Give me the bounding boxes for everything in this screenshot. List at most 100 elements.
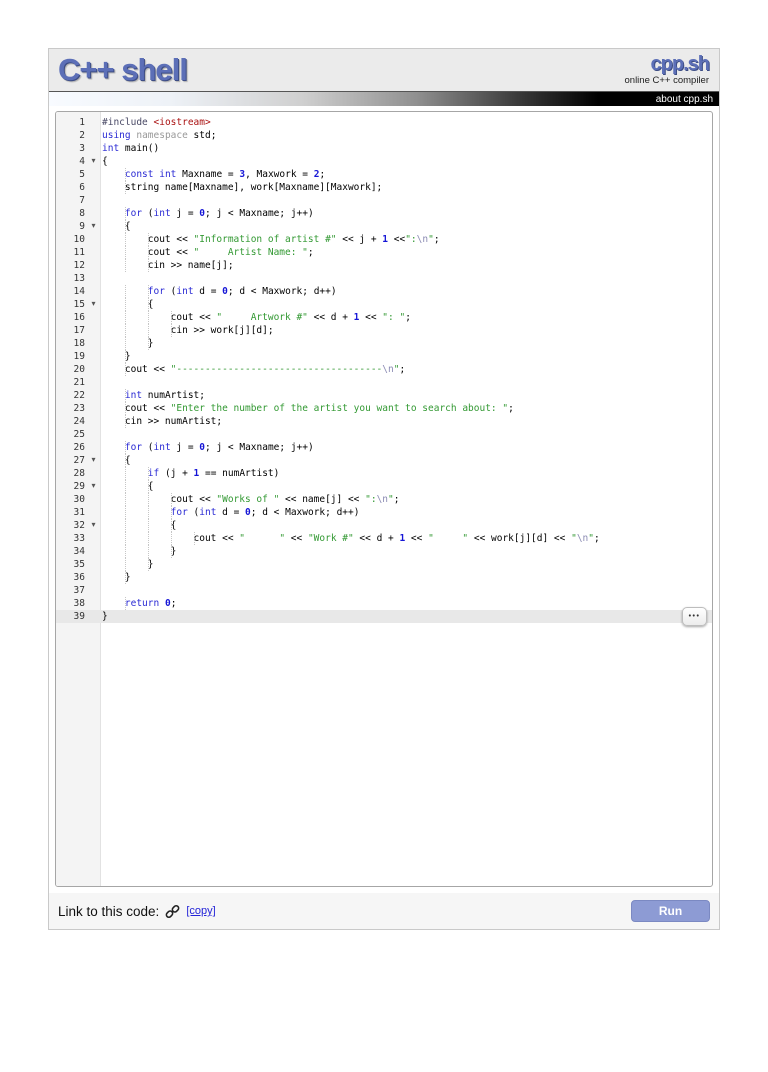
fold-gutter — [87, 441, 100, 454]
code-row[interactable]: 27 ▾ { — [56, 454, 712, 467]
code-row[interactable]: 15 ▾ { — [56, 298, 712, 311]
code-row[interactable]: 3 int main() — [56, 142, 712, 155]
fold-arrow-icon[interactable]: ▾ — [87, 298, 100, 311]
indent-guide — [124, 519, 126, 532]
indent-guide — [147, 480, 149, 493]
fold-arrow-icon[interactable]: ▾ — [87, 519, 100, 532]
code-row[interactable]: 25 — [56, 428, 712, 441]
code-row[interactable]: 12 cin >> name[j]; — [56, 259, 712, 272]
code-row[interactable]: 17 cin >> work[j][d]; — [56, 324, 712, 337]
indent-guide — [124, 480, 126, 493]
code-row[interactable]: 31 for (int d = 0; d < Maxwork; d++) — [56, 506, 712, 519]
code-row[interactable]: 9 ▾ { — [56, 220, 712, 233]
code-text: for (int j = 0; j < Maxname; j++) — [124, 441, 314, 454]
code-row[interactable]: 37 — [56, 584, 712, 597]
indent-guide — [124, 324, 126, 337]
code-row[interactable]: 32 ▾ { — [56, 519, 712, 532]
chain-link-icon[interactable] — [165, 904, 180, 919]
line-number: 19 — [73, 351, 85, 362]
indent-guide — [147, 259, 149, 272]
fold-gutter — [87, 597, 100, 610]
code-row[interactable]: 2 using namespace std; — [56, 129, 712, 142]
code-row[interactable]: 38 return 0; — [56, 597, 712, 610]
line-number: 34 — [73, 546, 85, 557]
indent-guide — [147, 246, 149, 259]
fold-arrow-icon[interactable]: ▾ — [87, 480, 100, 493]
indent-guide — [124, 506, 126, 519]
code-text: } — [102, 545, 177, 558]
line-number: 24 — [73, 416, 85, 427]
line-number: 39 — [73, 611, 85, 622]
fold-gutter — [87, 558, 100, 571]
code-text: cout << "Enter the number of the artist … — [102, 402, 514, 415]
code-row[interactable]: 36 } — [56, 571, 712, 584]
code-row[interactable]: 35 } — [56, 558, 712, 571]
code-row[interactable]: 23 cout << "Enter the number of the arti… — [56, 402, 712, 415]
code-row[interactable]: 13 — [56, 272, 712, 285]
code-row[interactable]: 18 } — [56, 337, 712, 350]
run-button[interactable]: Run — [631, 900, 710, 922]
fold-arrow-icon[interactable]: ▾ — [87, 454, 100, 467]
code-row[interactable]: 21 — [56, 376, 712, 389]
about-link[interactable]: about cpp.sh — [656, 94, 713, 105]
code-row[interactable]: 20 cout << "----------------------------… — [56, 363, 712, 376]
indent-guide — [124, 545, 126, 558]
code-text: { — [102, 156, 108, 167]
code-row[interactable]: 10 cout << "Information of artist #" << … — [56, 233, 712, 246]
indent-guide — [124, 558, 126, 571]
code-editor[interactable]: 1 #include <iostream> 2 using namespace std… — [55, 111, 713, 887]
fold-arrow-icon[interactable]: ▾ — [87, 220, 100, 233]
code-row[interactable]: 34 } — [56, 545, 712, 558]
code-row[interactable]: 29 ▾ { — [56, 480, 712, 493]
indent-guide — [147, 298, 149, 311]
code-row[interactable]: 5 const int Maxname = 3, Maxwork = 2; — [56, 168, 712, 181]
line-number: 12 — [73, 260, 85, 271]
fold-gutter — [87, 376, 100, 389]
line-number: 21 — [73, 377, 85, 388]
indent-guide — [170, 493, 172, 506]
code-row[interactable]: 11 cout << " Artist Name: "; — [56, 246, 712, 259]
indent-guide — [170, 545, 172, 558]
indent-guide — [147, 545, 149, 558]
code-row[interactable]: 1 #include <iostream> — [56, 116, 712, 129]
code-row[interactable]: 33 cout << " " << "Work #" << d + 1 << "… — [56, 532, 712, 545]
code-text: using namespace std; — [102, 130, 217, 141]
code-row[interactable]: 16 cout << " Artwork #" << d + 1 << ": "… — [56, 311, 712, 324]
indent-guide — [124, 415, 126, 428]
code-row[interactable]: 8 for (int j = 0; j < Maxname; j++) — [56, 207, 712, 220]
code-row[interactable]: 24 cin >> numArtist; — [56, 415, 712, 428]
fold-gutter — [87, 116, 100, 129]
code-row[interactable]: 7 — [56, 194, 712, 207]
copy-link[interactable]: [copy] — [186, 905, 215, 917]
fold-gutter — [87, 506, 100, 519]
line-number: 27 — [73, 455, 85, 466]
code-row[interactable]: 30 cout << "Works of " << name[j] << ":\… — [56, 493, 712, 506]
code-row[interactable]: 28 if (j + 1 == numArtist) — [56, 467, 712, 480]
indent-guide — [124, 233, 126, 246]
line-number: 32 — [73, 520, 85, 531]
line-number: 7 — [79, 195, 85, 206]
code-text: return 0; — [124, 597, 177, 610]
line-number: 5 — [79, 169, 85, 180]
link-to-code-label: Link to this code: — [58, 903, 160, 919]
code-row[interactable]: 39 •••} — [56, 607, 712, 626]
code-text: cin >> name[j]; — [102, 259, 234, 272]
code-row[interactable]: 14 for (int d = 0; d < Maxwork; d++) — [56, 285, 712, 298]
code-row[interactable]: 19 } — [56, 350, 712, 363]
fold-gutter — [87, 350, 100, 363]
code-row[interactable]: 22 int numArtist; — [56, 389, 712, 402]
indent-guide — [193, 532, 195, 545]
fold-gutter — [87, 493, 100, 506]
line-number: 29 — [73, 481, 85, 492]
code-row[interactable]: 6 string name[Maxname], work[Maxname][Ma… — [56, 181, 712, 194]
code-row[interactable]: 26 for (int j = 0; j < Maxname; j++) — [56, 441, 712, 454]
fold-arrow-icon[interactable]: ▾ — [87, 155, 100, 168]
line-number: 18 — [73, 338, 85, 349]
fold-gutter — [87, 259, 100, 272]
line-number: 22 — [73, 390, 85, 401]
line-number: 9 — [79, 221, 85, 232]
code-row[interactable]: 4 ▾{ — [56, 155, 712, 168]
brand-subtitle: online C++ compiler — [624, 75, 710, 87]
